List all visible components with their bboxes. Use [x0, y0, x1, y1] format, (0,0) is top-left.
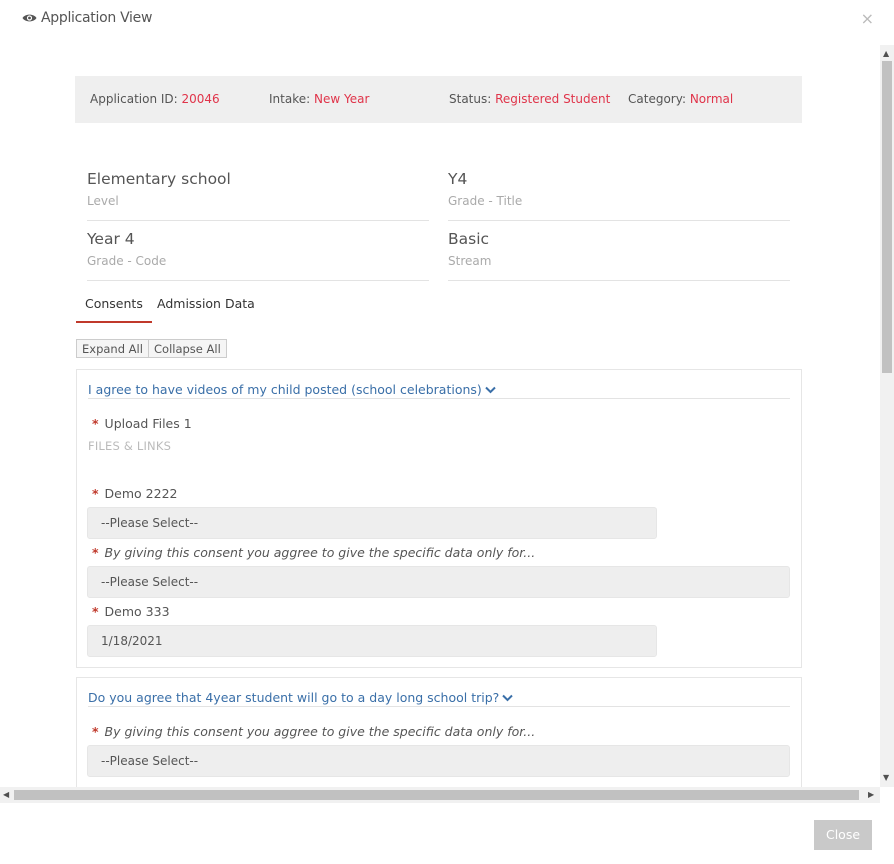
modal-header: Application View ×: [0, 0, 894, 40]
consent-data-select[interactable]: --Please Select--: [87, 566, 790, 598]
chevron-down-icon[interactable]: [485, 386, 496, 394]
required-icon: *: [92, 545, 99, 560]
eye-icon: [22, 14, 37, 22]
required-icon: *: [92, 486, 99, 501]
demo-2222-select[interactable]: --Please Select--: [87, 507, 657, 539]
question-label: * By giving this consent you aggree to gi…: [92, 545, 536, 560]
modal-title-group: Application View: [22, 10, 152, 26]
grade-title-field: Y4 Grade - Title: [448, 170, 790, 221]
horizontal-scrollbar[interactable]: ◀ ▶: [0, 787, 880, 803]
level-field: Elementary school Level: [87, 170, 429, 221]
grade-title-label: Grade - Title: [448, 194, 523, 208]
grade-code-field: Year 4 Grade - Code: [87, 230, 429, 281]
close-button[interactable]: Close: [814, 820, 872, 850]
close-icon[interactable]: ×: [861, 9, 874, 28]
required-icon: *: [92, 724, 99, 739]
question-label: * Demo 333: [92, 604, 170, 619]
level-value: Elementary school: [87, 170, 231, 188]
grade-code-value: Year 4: [87, 230, 135, 248]
scroll-right-icon[interactable]: ▶: [868, 790, 874, 799]
application-info-bar: Application ID: 20046 Intake: New Year S…: [75, 76, 802, 123]
horizontal-scroll-thumb[interactable]: [14, 790, 859, 800]
vertical-scroll-thumb[interactable]: [882, 61, 892, 373]
application-id: Application ID: 20046: [90, 92, 220, 106]
status: Status: Registered Student: [449, 92, 611, 106]
consent-data-select[interactable]: --Please Select--: [87, 745, 790, 777]
consent-panel-title: Do you agree that 4year student will go …: [88, 690, 500, 705]
vertical-scrollbar[interactable]: ▲ ▼: [880, 45, 894, 787]
grade-code-label: Grade - Code: [87, 254, 167, 268]
category: Category: Normal: [628, 92, 734, 106]
required-icon: *: [92, 604, 99, 619]
scroll-up-icon[interactable]: ▲: [883, 49, 889, 58]
tab-consents[interactable]: Consents: [76, 296, 152, 323]
collapse-all-button[interactable]: Collapse All: [148, 339, 227, 358]
consent-panel-title: I agree to have videos of my child poste…: [88, 382, 482, 397]
stream-field: Basic Stream: [448, 230, 790, 281]
modal-body[interactable]: Application ID: 20046 Intake: New Year S…: [0, 45, 880, 787]
stream-label: Stream: [448, 254, 492, 268]
files-links-label: FILES & LINKS: [88, 439, 172, 453]
expand-all-button[interactable]: Expand All: [76, 339, 149, 358]
question-label: * Demo 2222: [92, 486, 178, 501]
consent-panel: Do you agree that 4year student will go …: [76, 677, 802, 787]
level-label: Level: [87, 194, 119, 208]
consent-panel: I agree to have videos of my child poste…: [76, 369, 802, 668]
consent-panel-header[interactable]: Do you agree that 4year student will go …: [88, 690, 790, 707]
stream-value: Basic: [448, 230, 490, 248]
scroll-left-icon[interactable]: ◀: [3, 790, 9, 799]
chevron-down-icon[interactable]: [502, 694, 514, 702]
scroll-down-icon[interactable]: ▼: [883, 773, 889, 782]
consent-panel-header[interactable]: I agree to have videos of my child poste…: [88, 382, 790, 399]
grade-title-value: Y4: [448, 170, 468, 188]
demo-333-date-input[interactable]: 1/18/2021: [87, 625, 657, 657]
intake: Intake: New Year: [269, 92, 370, 106]
tab-admission-data[interactable]: Admission Data: [157, 296, 255, 311]
required-icon: *: [92, 416, 99, 431]
question-label: * By giving this consent you aggree to gi…: [92, 724, 536, 739]
modal-title: Application View: [41, 10, 153, 26]
question-label: * Upload Files 1: [92, 416, 192, 431]
